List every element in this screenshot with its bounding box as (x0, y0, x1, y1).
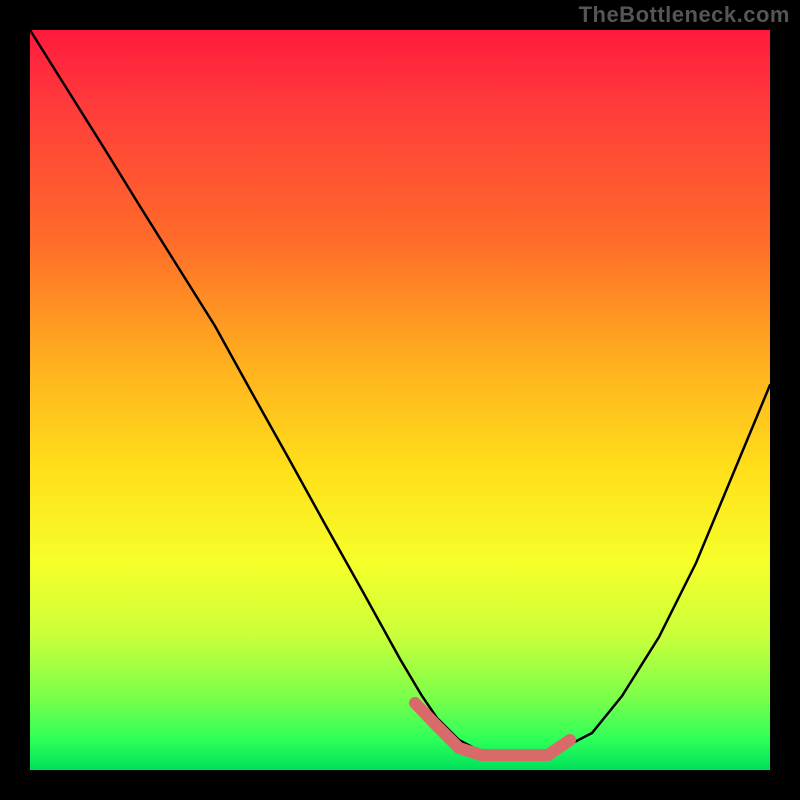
plot-area (30, 30, 770, 770)
optimal-segment-path (415, 703, 570, 755)
curve-svg (30, 30, 770, 770)
watermark-text: TheBottleneck.com (579, 2, 790, 28)
chart-frame: TheBottleneck.com (0, 0, 800, 800)
curve-path (30, 30, 770, 755)
